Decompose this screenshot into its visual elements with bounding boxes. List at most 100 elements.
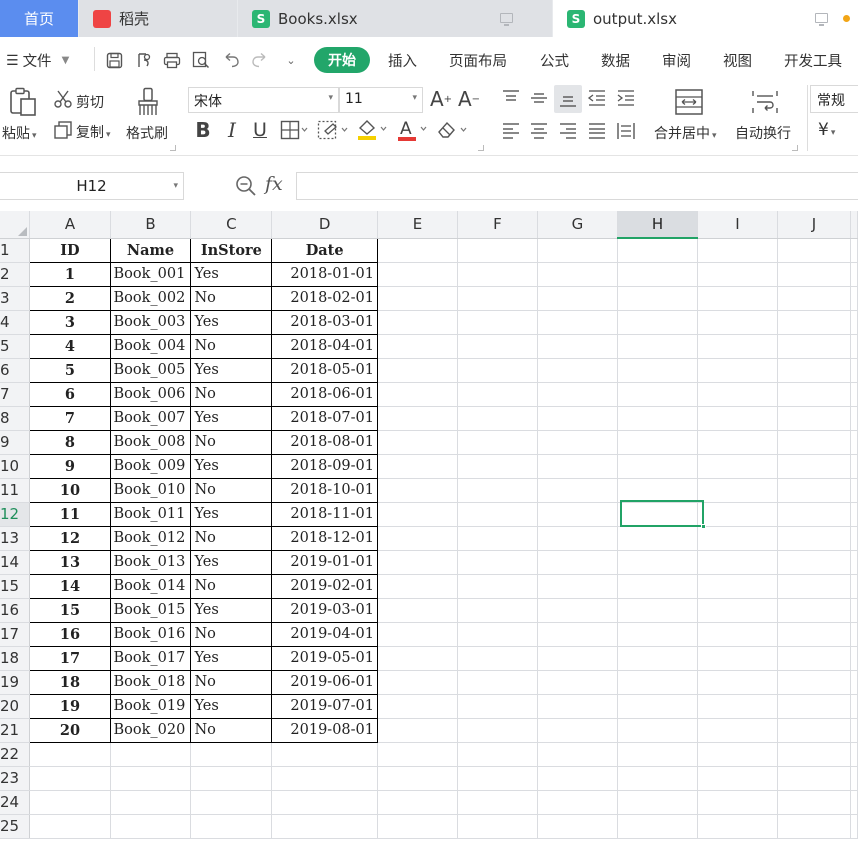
empty-cell[interactable] bbox=[457, 454, 538, 479]
empty-cell[interactable] bbox=[850, 406, 858, 431]
menu-data[interactable]: 数据 bbox=[601, 50, 630, 71]
empty-cell[interactable] bbox=[537, 478, 618, 503]
empty-cell[interactable] bbox=[697, 334, 778, 359]
empty-cell[interactable] bbox=[377, 742, 458, 767]
empty-cell[interactable] bbox=[697, 814, 778, 839]
empty-cell[interactable] bbox=[697, 358, 778, 383]
empty-cell[interactable] bbox=[617, 478, 699, 503]
empty-cell[interactable] bbox=[697, 646, 778, 671]
column-header-b[interactable]: B bbox=[110, 211, 192, 239]
tab-daoke[interactable]: 稻壳 bbox=[79, 0, 237, 37]
empty-cell[interactable] bbox=[850, 526, 858, 551]
empty-cell[interactable] bbox=[377, 574, 458, 599]
empty-cell[interactable] bbox=[697, 310, 778, 335]
empty-cell[interactable] bbox=[617, 670, 699, 695]
cell-d4[interactable]: 2018-03-01 bbox=[271, 310, 379, 335]
copy-button[interactable]: 复制 ▾ bbox=[76, 122, 111, 142]
empty-cell[interactable] bbox=[617, 406, 699, 431]
cell-b11[interactable]: Book_010 bbox=[110, 478, 192, 503]
empty-cell[interactable] bbox=[617, 502, 699, 527]
column-header-f[interactable]: F bbox=[457, 211, 538, 239]
cell-c6[interactable]: Yes bbox=[190, 358, 273, 383]
cell-b21[interactable]: Book_020 bbox=[110, 718, 192, 743]
empty-cell[interactable] bbox=[537, 454, 618, 479]
row-header-7[interactable]: 7 bbox=[0, 382, 31, 407]
cell-b7[interactable]: Book_006 bbox=[110, 382, 192, 407]
empty-cell[interactable] bbox=[617, 238, 699, 263]
underline-icon[interactable]: U bbox=[250, 118, 270, 142]
column-header-d[interactable]: D bbox=[271, 211, 379, 239]
monitor-icon[interactable] bbox=[500, 13, 513, 26]
menu-file[interactable]: ☰ 文件 ▼ bbox=[6, 50, 69, 71]
cell-a7[interactable]: 6 bbox=[29, 382, 111, 407]
menu-view[interactable]: 视图 bbox=[723, 50, 752, 71]
cell-c13[interactable]: No bbox=[190, 526, 273, 551]
empty-cell[interactable] bbox=[457, 790, 538, 815]
empty-cell[interactable] bbox=[850, 334, 858, 359]
menu-developer[interactable]: 开发工具 bbox=[784, 50, 842, 71]
alignment-dialog-launcher[interactable] bbox=[792, 145, 798, 151]
row-header-1[interactable]: 1 bbox=[0, 238, 31, 263]
cell-b13[interactable]: Book_012 bbox=[110, 526, 192, 551]
empty-cell[interactable] bbox=[777, 358, 852, 383]
empty-cell[interactable] bbox=[617, 382, 699, 407]
row-header-11[interactable]: 11 bbox=[0, 478, 31, 503]
empty-cell[interactable] bbox=[617, 814, 699, 839]
empty-cell[interactable] bbox=[697, 670, 778, 695]
cell-b10[interactable]: Book_009 bbox=[110, 454, 192, 479]
cell-a18[interactable]: 17 bbox=[29, 646, 111, 671]
align-top-icon[interactable] bbox=[500, 88, 522, 108]
tab-books-xlsx[interactable]: S Books.xlsx bbox=[238, 0, 552, 37]
menu-review[interactable]: 审阅 bbox=[662, 50, 691, 71]
header-cell-b[interactable]: Name bbox=[110, 237, 192, 263]
empty-cell[interactable] bbox=[850, 694, 858, 719]
empty-cell[interactable] bbox=[377, 766, 458, 791]
empty-cell[interactable] bbox=[697, 766, 778, 791]
empty-cell[interactable] bbox=[697, 406, 778, 431]
empty-cell[interactable] bbox=[850, 238, 858, 263]
cell-style-icon[interactable] bbox=[316, 119, 350, 141]
empty-cell[interactable] bbox=[697, 790, 778, 815]
cell-a6[interactable]: 5 bbox=[29, 358, 111, 383]
empty-cell[interactable] bbox=[537, 574, 618, 599]
empty-cell[interactable] bbox=[377, 670, 458, 695]
cell-a4[interactable]: 3 bbox=[29, 310, 111, 335]
row-header-8[interactable]: 8 bbox=[0, 406, 31, 431]
cell-d13[interactable]: 2018-12-01 bbox=[271, 526, 379, 551]
empty-cell[interactable] bbox=[697, 238, 778, 263]
empty-cell[interactable] bbox=[271, 742, 379, 767]
paste-button[interactable]: 粘贴 ▾ bbox=[2, 123, 37, 143]
name-box[interactable]: H12 ▾ bbox=[0, 172, 184, 200]
row-header-2[interactable]: 2 bbox=[0, 262, 31, 287]
empty-cell[interactable] bbox=[377, 358, 458, 383]
empty-cell[interactable] bbox=[457, 526, 538, 551]
empty-cell[interactable] bbox=[537, 310, 618, 335]
row-header-5[interactable]: 5 bbox=[0, 334, 31, 359]
empty-cell[interactable] bbox=[697, 502, 778, 527]
row-header-20[interactable]: 20 bbox=[0, 694, 31, 719]
cell-a8[interactable]: 7 bbox=[29, 406, 111, 431]
increase-font-size-icon[interactable]: A + bbox=[430, 87, 452, 111]
empty-cell[interactable] bbox=[457, 334, 538, 359]
empty-cell[interactable] bbox=[697, 262, 778, 287]
print-icon[interactable] bbox=[163, 51, 181, 69]
eraser-icon[interactable] bbox=[435, 119, 469, 141]
empty-cell[interactable] bbox=[777, 382, 852, 407]
cell-c7[interactable]: No bbox=[190, 382, 273, 407]
cell-a3[interactable]: 2 bbox=[29, 286, 111, 311]
empty-cell[interactable] bbox=[617, 454, 699, 479]
cell-a12[interactable]: 11 bbox=[29, 502, 111, 527]
cell-d19[interactable]: 2019-06-01 bbox=[271, 670, 379, 695]
increase-indent-icon[interactable] bbox=[615, 88, 637, 108]
column-header-h[interactable]: H bbox=[617, 211, 699, 239]
empty-cell[interactable] bbox=[457, 814, 538, 839]
cell-a10[interactable]: 9 bbox=[29, 454, 111, 479]
empty-cell[interactable] bbox=[457, 622, 538, 647]
clipboard-dialog-launcher[interactable] bbox=[170, 145, 176, 151]
empty-cell[interactable] bbox=[29, 814, 111, 839]
cell-c5[interactable]: No bbox=[190, 334, 273, 359]
empty-cell[interactable] bbox=[110, 766, 192, 791]
empty-cell[interactable] bbox=[617, 286, 699, 311]
cell-c21[interactable]: No bbox=[190, 718, 273, 743]
cell-c20[interactable]: Yes bbox=[190, 694, 273, 719]
